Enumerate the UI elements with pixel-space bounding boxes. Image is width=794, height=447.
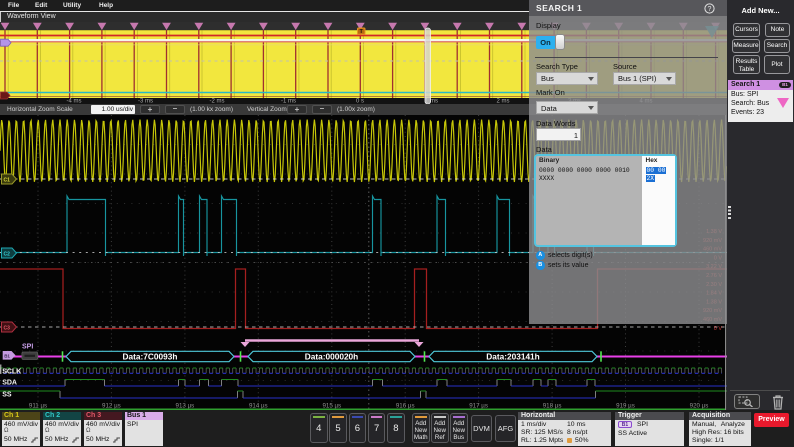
svg-text:915 µs: 915 µs [322, 403, 341, 410]
svg-text:914 µs: 914 µs [249, 403, 268, 410]
svg-text:SS: SS [2, 391, 12, 398]
svg-text:919 µs: 919 µs [616, 403, 635, 410]
svg-text:C3: C3 [4, 326, 11, 332]
svg-text:Data:000020h: Data:000020h [305, 352, 359, 362]
svg-text:916 µs: 916 µs [396, 403, 415, 410]
svg-text:0 V: 0 V [714, 326, 723, 332]
svg-text:918 µs: 918 µs [543, 403, 562, 410]
svg-text:Data:7C0093h: Data:7C0093h [123, 352, 178, 362]
svg-text:SPI: SPI [22, 344, 33, 351]
svg-text:SDA: SDA [2, 380, 17, 387]
svg-text:C1: C1 [4, 178, 11, 184]
svg-text:911 µs: 911 µs [29, 403, 47, 410]
svg-text:C2: C2 [4, 252, 11, 258]
svg-text:920 µs: 920 µs [690, 403, 709, 410]
svg-text:?: ? [708, 6, 712, 13]
svg-text:B1: B1 [4, 354, 10, 359]
svg-text:Data:203141h: Data:203141h [486, 352, 540, 362]
svg-text:SCLK: SCLK [2, 368, 21, 375]
svg-text:917 µs: 917 µs [469, 403, 488, 410]
svg-text:913 µs: 913 µs [176, 403, 195, 410]
svg-text:912 µs: 912 µs [102, 403, 121, 410]
